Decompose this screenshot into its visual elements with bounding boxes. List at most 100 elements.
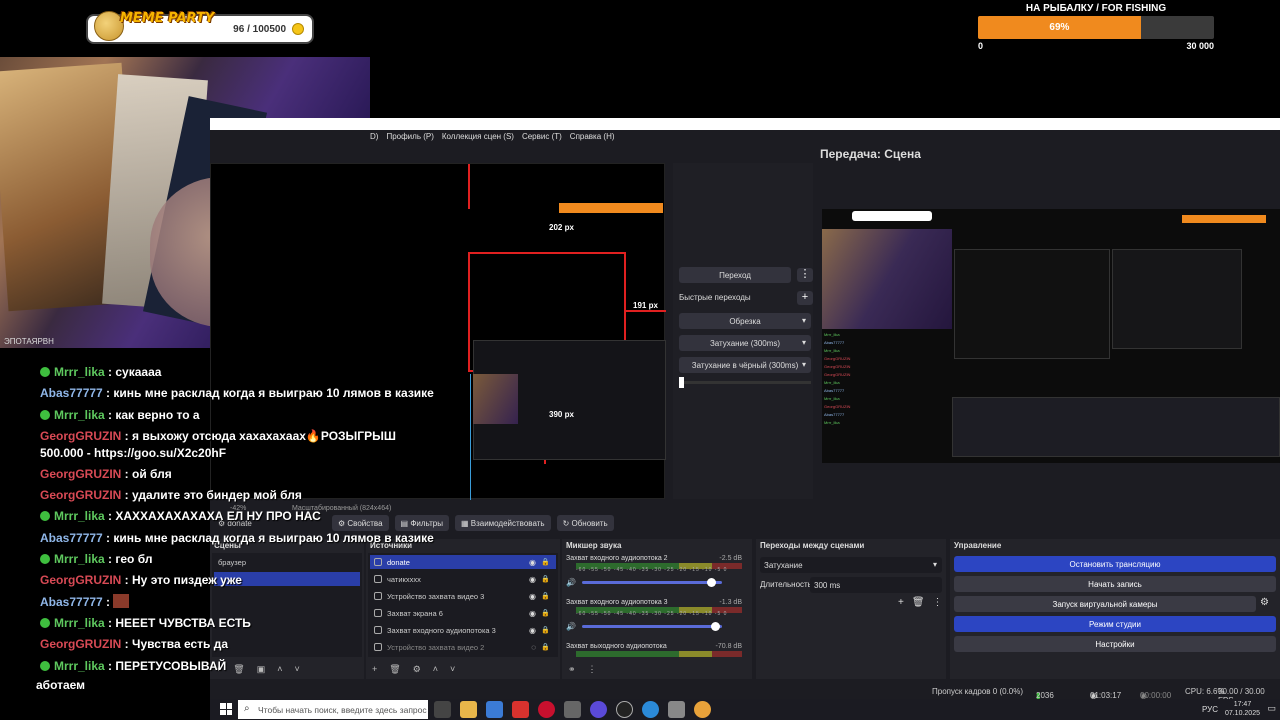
link-icon[interactable]: ⚭ (568, 664, 576, 675)
yandex-browser-icon[interactable] (512, 701, 529, 718)
eye-icon[interactable]: ◉ (529, 609, 536, 618)
taskbar-search-input[interactable]: ⌕ Чтобы начать поиск, введите здесь запр… (238, 700, 428, 719)
window-titlebar[interactable] (210, 118, 1280, 130)
stop-streaming-button[interactable]: Остановить трансляцию (954, 556, 1276, 572)
audio-mixer-dock: Микшер звука Захват входного аудиопотока… (562, 539, 752, 679)
settings-button[interactable]: Настройки (954, 636, 1276, 652)
verified-check-icon (40, 409, 50, 420)
start-virtual-camera-button[interactable]: Запуск виртуальной камеры (954, 596, 1256, 612)
file-explorer-icon[interactable] (460, 701, 477, 718)
more-icon[interactable]: ⋮ (797, 268, 813, 282)
chat-message: GeorgGRUZIN : ой бля (40, 466, 172, 481)
store-icon[interactable] (486, 701, 503, 718)
measure-right: 191 px (633, 301, 658, 310)
guide-line (626, 310, 666, 312)
lock-icon[interactable]: 🔒 (541, 643, 550, 651)
more-icon[interactable]: ⋮ (588, 664, 597, 675)
lock-icon[interactable]: 🔒 (541, 626, 550, 634)
menu-item[interactable]: D) (370, 132, 378, 144)
lock-icon[interactable]: 🔒 (541, 609, 550, 617)
meme-party-widget: MEME PARTY 96 / 100500 (86, 11, 314, 44)
quick-transition-fade-black[interactable]: Затухание в чёрный (300ms) ▾ (679, 357, 811, 373)
chat-username: GeorgGRUZIN (40, 637, 122, 652)
settings-icon[interactable] (564, 701, 581, 718)
notifications-icon[interactable]: ▭ (1267, 703, 1276, 714)
menu-item-scene-collection[interactable]: Коллекция сцен (S) (442, 132, 514, 144)
chat-username: Abas77777 (40, 386, 103, 401)
start-recording-button[interactable]: Начать запись (954, 576, 1276, 592)
lock-icon[interactable]: 🔒 (541, 558, 550, 566)
volume-slider-handle[interactable] (711, 622, 720, 631)
volume-slider[interactable] (582, 622, 722, 631)
tbar-track[interactable] (679, 381, 811, 384)
verified-check-icon (40, 554, 50, 565)
eye-icon[interactable]: ◉ (529, 558, 536, 567)
chat-username: Mrrr_lika (54, 509, 105, 524)
volume-slider-handle[interactable] (706, 578, 716, 587)
controls-title: Управление (954, 541, 1002, 550)
telegram-icon[interactable] (642, 701, 659, 718)
chevron-down-icon: ▾ (801, 316, 806, 325)
discord-icon[interactable] (590, 701, 607, 718)
add-icon[interactable]: + (797, 291, 813, 305)
chat-message: GeorgGRUZIN : Чувства есть да (40, 637, 229, 652)
measure-top: 202 px (549, 223, 574, 232)
language-indicator[interactable]: РУС (1202, 705, 1218, 714)
task-view-icon[interactable] (434, 701, 451, 718)
menu-item-tools[interactable]: Сервис (T) (522, 132, 562, 144)
transition-button[interactable]: Переход (679, 267, 791, 283)
down-icon[interactable]: ˅ (450, 664, 455, 675)
quick-transition-cut[interactable]: Обрезка ▾ (679, 313, 811, 329)
transition-type-select[interactable]: Затухание ▾ (760, 557, 942, 573)
clock[interactable]: 17:47 07.10.2025 (1225, 700, 1260, 718)
fishing-goal-max: 30 000 (1186, 41, 1214, 51)
program-chat-line: Mrrr_lika (824, 396, 840, 401)
volume-slider[interactable] (582, 578, 722, 587)
clock-date: 07.10.2025 (1224, 710, 1260, 717)
chevron-down-icon: ▾ (932, 560, 937, 569)
lock-icon[interactable]: 🔒 (541, 592, 550, 600)
chat-message: Mrrr_lika : НЕЕЕТ ЧУВСТВА ЕСТЬ (40, 613, 440, 634)
chat-text: Чувства есть да (132, 637, 229, 652)
mixer-footer: ⚭ ⋮ (568, 664, 597, 675)
speaker-icon[interactable]: 🔊 (566, 578, 576, 587)
duration-input[interactable]: 300 ms (810, 577, 942, 593)
eye-icon[interactable]: ◉ (529, 626, 536, 635)
windows-start-icon[interactable] (220, 703, 232, 715)
chevron-down-icon: ▾ (801, 360, 806, 369)
add-icon[interactable]: + (898, 597, 904, 608)
eye-icon[interactable]: ◉ (529, 575, 536, 584)
meter-scale: -60 -55 -50 -45 -40 -35 -30 -25 -20 -15 … (576, 611, 728, 617)
chat-message: Abas77777 : кинь мне расклад когда я выи… (40, 530, 434, 545)
windows-taskbar: ⌕ Чтобы начать поиск, введите здесь запр… (210, 699, 1280, 720)
fishing-goal-percent: 69% (1049, 22, 1070, 33)
menu-item-profile[interactable]: Профиль (P) (386, 132, 433, 144)
mixer-channel-db: -2.5 dB (719, 555, 742, 562)
mixer-title: Микшер звука (566, 541, 622, 550)
interact-button[interactable]: ▦ Взаимодействовать (454, 515, 551, 531)
program-output: Mrrr_lika Abas77777 Mrrr_lika GeorgGRUZIN Ge… (822, 209, 1280, 463)
app-icon[interactable] (668, 701, 685, 718)
program-chat-line: Mrrr_lika (824, 348, 840, 353)
eye-icon[interactable]: ◉ (529, 592, 536, 601)
gear-icon[interactable]: ⚙ (1260, 597, 1269, 608)
guide-line (468, 252, 470, 372)
studio-mode-button[interactable]: Режим студии (954, 616, 1276, 632)
lock-icon[interactable]: 🔒 (541, 575, 550, 583)
program-chat-line: Abas77777 (824, 340, 845, 345)
menu-item-help[interactable]: Справка (H) (570, 132, 615, 144)
chrome-icon[interactable] (694, 701, 711, 718)
trash-icon[interactable]: 🗑 (912, 597, 925, 608)
speaker-icon[interactable]: 🔊 (566, 622, 576, 631)
quick-transition-fade[interactable]: Затухание (300ms) ▾ (679, 335, 811, 351)
chat-text: ой бля (132, 466, 172, 481)
eye-off-icon[interactable]: ◌ (531, 643, 536, 652)
obs-icon[interactable] (616, 701, 633, 718)
refresh-button[interactable]: ↻ Обновить (556, 515, 614, 531)
opera-icon[interactable] (538, 701, 555, 718)
more-icon[interactable]: ⋮ (933, 597, 943, 608)
program-nested-program (1112, 249, 1242, 349)
program-nested-preview (954, 249, 1110, 359)
tbar-handle[interactable] (679, 377, 684, 388)
chat-username: Abas77777 (40, 530, 103, 545)
